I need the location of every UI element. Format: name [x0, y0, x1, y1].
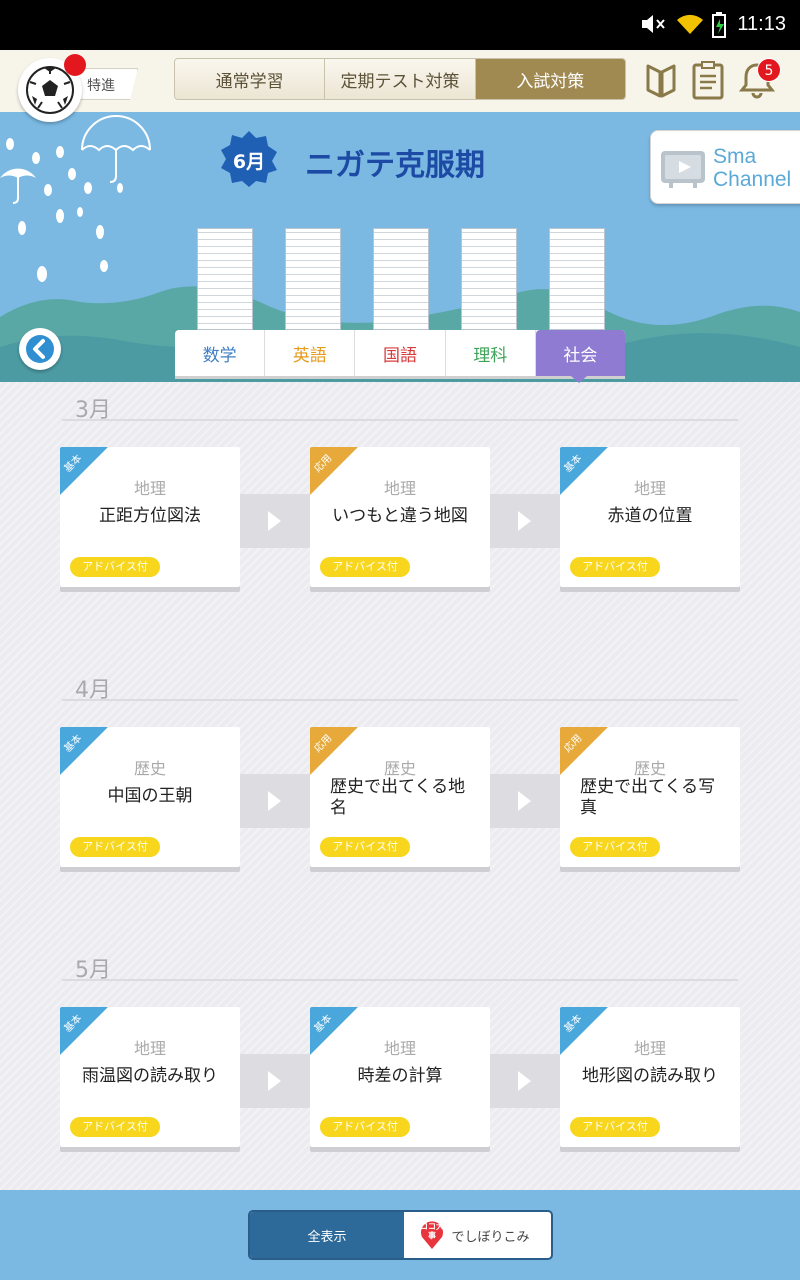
tab-japanese[interactable]: 国語 — [355, 330, 446, 376]
advice-badge: アドバイス付 — [70, 1117, 160, 1137]
back-arrow-icon — [26, 335, 54, 363]
card-title: 地形図の読み取り — [582, 1066, 718, 1086]
pin-label: ココ大事 — [420, 1222, 444, 1240]
card-category: 歴史 — [633, 759, 666, 778]
status-bar: 11:13 — [0, 0, 800, 50]
lesson-card[interactable]: 基本 地理 地形図の読み取り アドバイス付 — [560, 1007, 740, 1147]
narrow-label: でしぼりこみ — [451, 1229, 530, 1245]
lesson-card[interactable]: 応用 歴史 歴史で出てくる地名 アドバイス付 — [310, 727, 490, 867]
filter-toggle: 全表示 ココ大事 でしぼりこみ — [248, 1210, 553, 1260]
advice-badge: アドバイス付 — [570, 557, 660, 577]
book-icon[interactable] — [644, 60, 678, 100]
card-category: 地理 — [133, 1039, 166, 1058]
month-divider — [62, 419, 738, 421]
advice-badge: アドバイス付 — [570, 837, 660, 857]
month-divider — [62, 979, 738, 981]
progress-stack-science — [461, 228, 517, 330]
tab-regular-study[interactable]: 通常学習 — [175, 59, 326, 99]
arrow-connector — [240, 774, 310, 828]
card-category: 歴史 — [133, 759, 166, 778]
tv-icon — [661, 151, 705, 188]
alert-dot — [64, 54, 86, 76]
arrow-connector — [490, 774, 560, 828]
card-title: 歴史で出てくる地名 — [330, 777, 466, 818]
card-category: 地理 — [383, 479, 416, 498]
card-title: 時差の計算 — [357, 1066, 443, 1086]
channel-label-top: Sma — [713, 145, 757, 168]
arrow-connector — [240, 1054, 310, 1108]
progress-stack-japanese — [373, 228, 429, 330]
mute-icon — [642, 15, 665, 33]
card-category: 歴史 — [383, 759, 416, 778]
tab-periodic-test[interactable]: 定期テスト対策 — [325, 59, 476, 99]
lesson-card[interactable]: 基本 歴史 中国の王朝 アドバイス付 — [60, 727, 240, 867]
card-title: 中国の王朝 — [107, 786, 193, 806]
arrow-connector — [240, 494, 310, 548]
study-mode-tabs: 通常学習 定期テスト対策 入試対策 — [174, 58, 626, 100]
channel-label-bottom: Channel — [713, 168, 792, 191]
month-badge: 6月 — [232, 151, 266, 173]
card-category: 地理 — [133, 479, 166, 498]
show-all-button[interactable]: 全表示 — [250, 1212, 404, 1258]
progress-stack-social — [549, 228, 605, 330]
wifi-icon — [677, 14, 703, 34]
lesson-card[interactable]: 基本 地理 時差の計算 アドバイス付 — [310, 1007, 490, 1147]
card-title: 雨温図の読み取り — [82, 1066, 218, 1086]
tab-math[interactable]: 数学 — [175, 330, 266, 376]
card-category: 地理 — [633, 479, 666, 498]
advice-badge: アドバイス付 — [320, 557, 410, 577]
arrow-connector — [490, 1054, 560, 1108]
lesson-card[interactable]: 基本 地理 雨温図の読み取り アドバイス付 — [60, 1007, 240, 1147]
card-title: 歴史で出てくる写真 — [580, 777, 716, 818]
card-category: 地理 — [383, 1039, 416, 1058]
sma-channel-button[interactable]: Sma Channel — [650, 130, 800, 204]
advice-badge: アドバイス付 — [570, 1117, 660, 1137]
progress-stack-math — [197, 228, 253, 330]
advice-badge: アドバイス付 — [320, 837, 410, 857]
page-title: ニガテ克服期 — [305, 148, 485, 183]
lesson-card[interactable]: 基本 地理 正距方位図法 アドバイス付 — [60, 447, 240, 587]
month-divider — [62, 699, 738, 701]
advice-badge: アドバイス付 — [70, 557, 160, 577]
tab-social-studies[interactable]: 社会 — [535, 330, 626, 376]
lesson-card[interactable]: 応用 歴史 歴史で出てくる写真 アドバイス付 — [560, 727, 740, 867]
clipboard-icon[interactable] — [690, 60, 726, 100]
important-filter-button[interactable]: ココ大事 でしぼりこみ — [404, 1212, 551, 1258]
lesson-card[interactable]: 応用 地理 いつもと違う地図 アドバイス付 — [310, 447, 490, 587]
subject-tabs: 数学 英語 国語 理科 社会 — [175, 330, 626, 376]
battery-charging-icon — [712, 12, 726, 38]
tab-science[interactable]: 理科 — [446, 330, 536, 376]
arrow-connector — [490, 494, 560, 548]
lesson-card[interactable]: 基本 地理 赤道の位置 アドバイス付 — [560, 447, 740, 587]
active-tab-caret — [571, 376, 587, 383]
advice-badge: アドバイス付 — [70, 837, 160, 857]
card-category: 地理 — [633, 1039, 666, 1058]
tab-english[interactable]: 英語 — [265, 330, 356, 376]
advice-badge: アドバイス付 — [320, 1117, 410, 1137]
clock: 11:13 — [737, 13, 786, 35]
back-button[interactable] — [19, 328, 61, 370]
tab-entrance-exam[interactable]: 入試対策 — [475, 59, 625, 99]
card-title: 赤道の位置 — [607, 506, 693, 526]
lesson-list: 3月 基本 地理 正距方位図法 アドバイス付 応用 地理 いつもと違う地図 アド… — [0, 382, 800, 1190]
notification-badge: 5 — [757, 58, 781, 82]
card-title: いつもと違う地図 — [332, 506, 468, 526]
card-title: 正距方位図法 — [99, 506, 201, 526]
progress-stack-english — [285, 228, 341, 330]
